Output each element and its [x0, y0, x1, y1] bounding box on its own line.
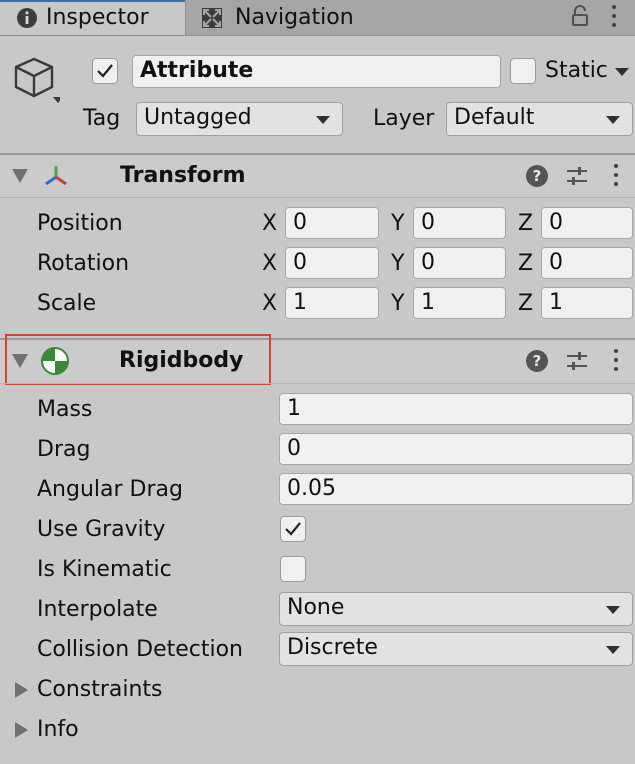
component-menu-icon[interactable] [613, 164, 619, 188]
angular-drag-field[interactable]: 0.05 [279, 473, 633, 505]
collision-detection-dropdown[interactable]: Discrete [279, 632, 633, 666]
info-label: Info [37, 717, 79, 742]
rotation-y-axis: Y [391, 251, 405, 276]
mass-field[interactable]: 1 [279, 393, 633, 425]
mass-label: Mass [37, 397, 93, 422]
rigidbody-header-divider [0, 383, 635, 384]
lock-icon[interactable] [571, 5, 589, 27]
foldout-arrow-icon[interactable] [15, 722, 28, 738]
rotation-x-axis: X [262, 251, 278, 276]
chevron-down-icon [606, 606, 620, 614]
active-checkbox[interactable] [92, 58, 118, 84]
rigidbody-highlight-box [5, 334, 271, 385]
scale-y-field[interactable]: 1 [413, 287, 506, 319]
transform-icon [45, 166, 67, 186]
scale-label: Scale [37, 291, 97, 316]
angular-drag-label: Angular Drag [37, 477, 183, 502]
position-label: Position [37, 211, 123, 236]
use-gravity-label: Use Gravity [37, 517, 166, 542]
position-z-field[interactable]: 0 [541, 207, 633, 239]
transform-header-divider [0, 197, 635, 198]
constraints-foldout[interactable]: Constraints [10, 675, 210, 705]
static-checkbox[interactable] [510, 58, 536, 84]
tab-divider [0, 35, 635, 36]
transform-title: Transform [120, 163, 246, 188]
scale-x-field[interactable]: 1 [285, 287, 379, 319]
presets-icon[interactable] [566, 349, 588, 373]
presets-icon[interactable] [566, 164, 588, 188]
constraints-label: Constraints [37, 677, 163, 702]
layer-dropdown[interactable]: Default [446, 102, 633, 136]
chevron-down-icon [606, 646, 620, 654]
static-label: Static [545, 58, 608, 83]
help-icon[interactable]: ? [526, 165, 548, 187]
kebab-menu-icon[interactable] [611, 5, 617, 29]
navigation-icon [202, 8, 222, 28]
chevron-down-icon [316, 116, 330, 124]
rotation-y-field[interactable]: 0 [413, 247, 506, 279]
scale-z-field[interactable]: 1 [541, 287, 633, 319]
tag-dropdown[interactable]: Untagged [136, 102, 343, 136]
check-icon [97, 64, 113, 78]
tab-inspector-label: Inspector [46, 5, 149, 30]
drag-field[interactable]: 0 [279, 433, 633, 465]
drag-label: Drag [37, 437, 91, 462]
foldout-arrow-icon[interactable] [12, 169, 28, 183]
collision-detection-label: Collision Detection [37, 637, 244, 662]
static-dropdown-icon[interactable] [615, 68, 629, 76]
rotation-label: Rotation [37, 251, 130, 276]
tag-value: Untagged [144, 105, 252, 130]
collision-detection-value: Discrete [287, 635, 378, 660]
position-x-field[interactable]: 0 [285, 207, 379, 239]
position-x-axis: X [262, 211, 278, 236]
transform-header[interactable]: Transform ? [0, 155, 635, 197]
tab-navigation-label: Navigation [235, 5, 354, 30]
position-z-axis: Z [518, 211, 534, 236]
info-foldout[interactable]: Info [10, 715, 210, 745]
check-icon [285, 522, 301, 536]
is-kinematic-label: Is Kinematic [37, 557, 172, 582]
layer-label: Layer [373, 106, 435, 131]
name-field[interactable]: Attribute [132, 55, 501, 88]
scale-x-axis: X [262, 291, 278, 316]
info-icon [17, 8, 37, 28]
rotation-z-axis: Z [518, 251, 534, 276]
tag-label: Tag [83, 106, 121, 131]
foldout-arrow-icon[interactable] [15, 682, 28, 698]
tab-navigation[interactable]: Navigation [186, 0, 376, 35]
rotation-z-field[interactable]: 0 [541, 247, 633, 279]
scale-y-axis: Y [391, 291, 405, 316]
use-gravity-checkbox[interactable] [280, 516, 306, 542]
gameobject-cube-icon[interactable] [10, 55, 60, 107]
position-y-field[interactable]: 0 [413, 207, 506, 239]
interpolate-value: None [287, 595, 345, 620]
interpolate-dropdown[interactable]: None [279, 592, 633, 626]
scale-z-axis: Z [518, 291, 534, 316]
rotation-x-field[interactable]: 0 [285, 247, 379, 279]
help-icon[interactable]: ? [526, 350, 548, 372]
is-kinematic-checkbox[interactable] [280, 556, 306, 582]
chevron-down-icon [606, 116, 620, 124]
position-y-axis: Y [391, 211, 405, 236]
layer-value: Default [454, 105, 535, 130]
tab-inspector[interactable]: Inspector [0, 0, 186, 36]
component-menu-icon[interactable] [613, 349, 619, 373]
interpolate-label: Interpolate [37, 597, 158, 622]
